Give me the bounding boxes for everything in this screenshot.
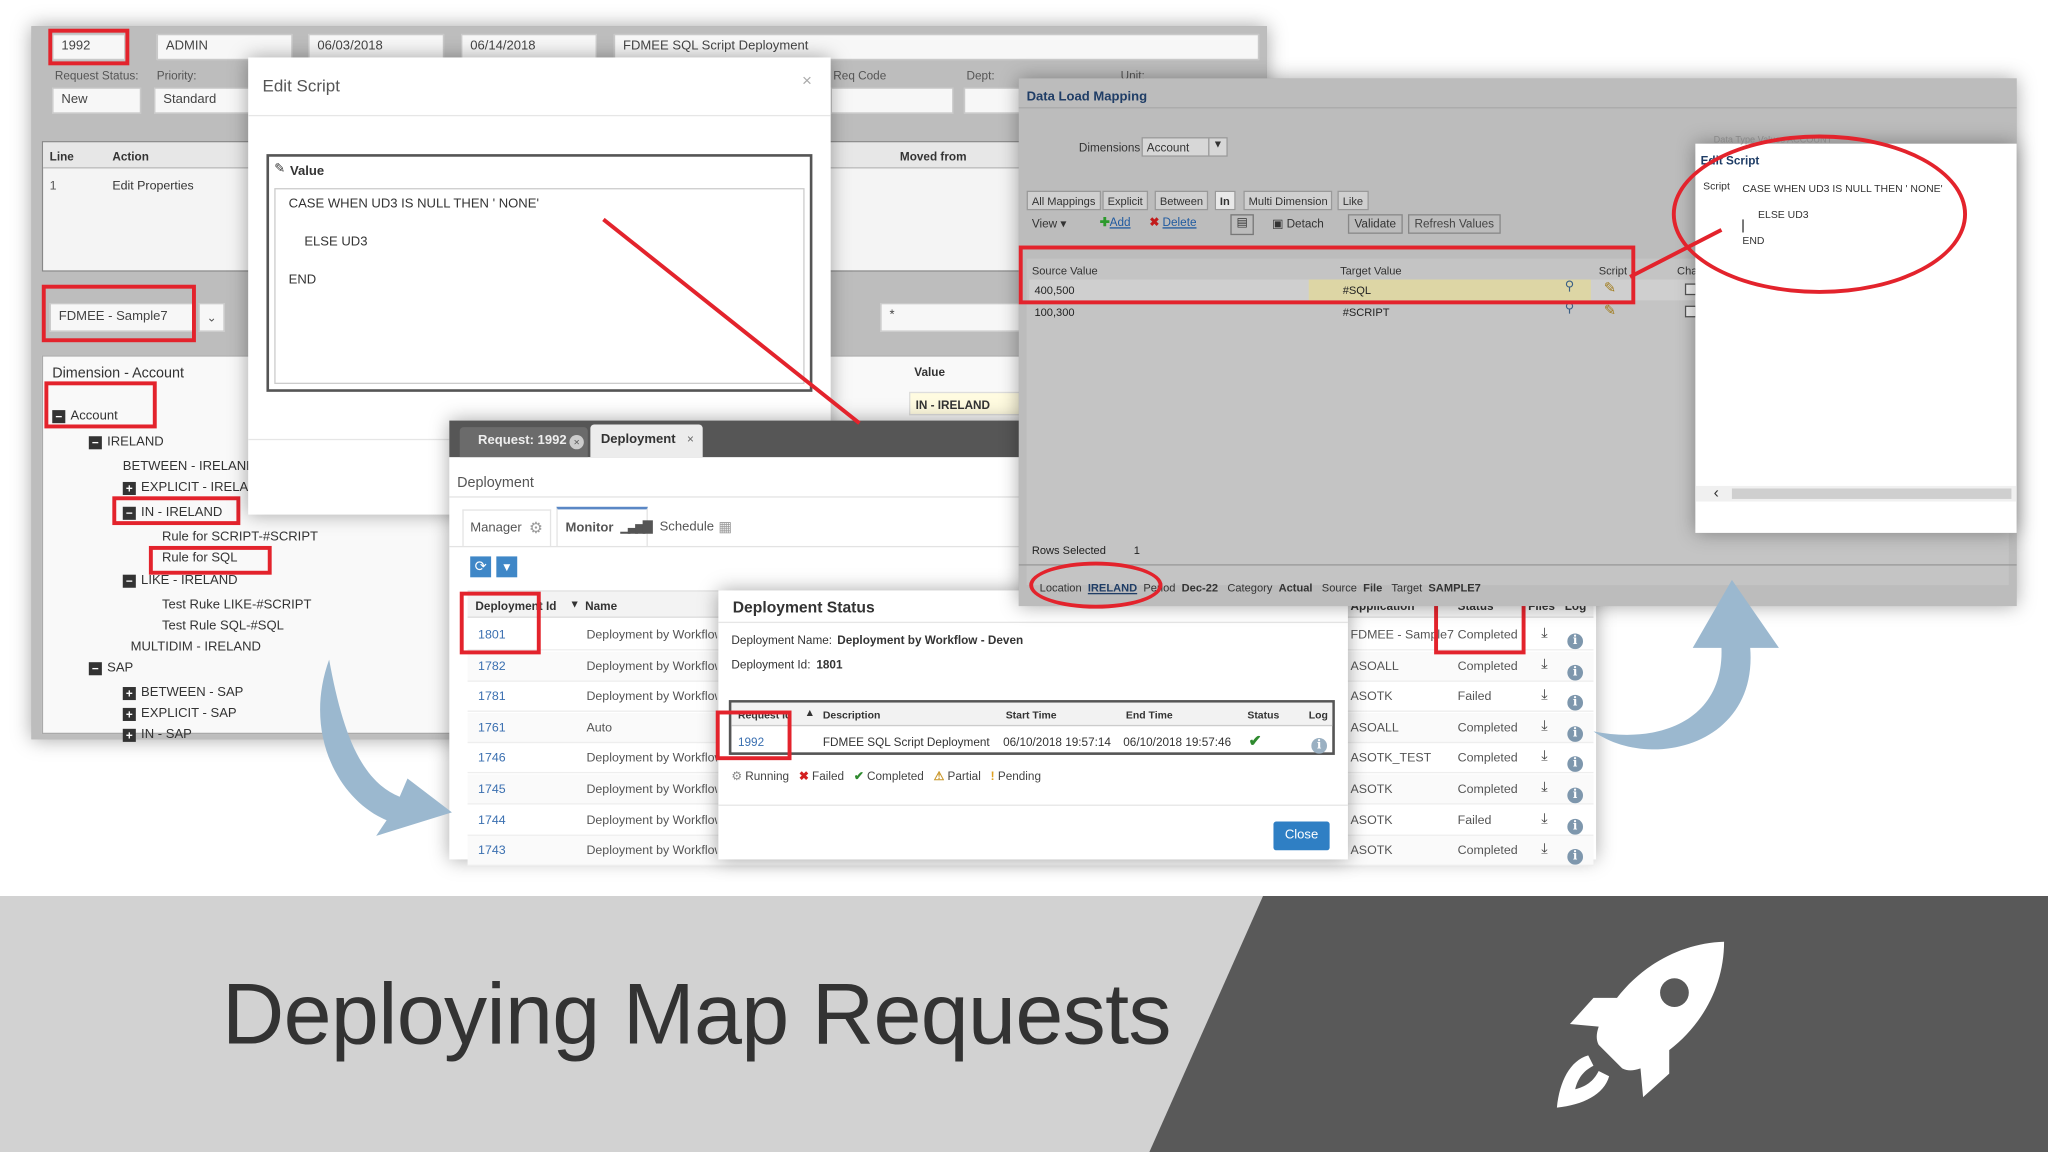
pointer-line bbox=[602, 217, 861, 425]
pointer-line bbox=[1629, 228, 1723, 279]
rocket-icon bbox=[1556, 941, 1725, 1108]
curved-arrow-right bbox=[1593, 579, 1779, 750]
curved-arrow-left bbox=[320, 659, 452, 836]
slide-title: Deploying Map Requests bbox=[222, 965, 1171, 1062]
slide: 1992 ADMIN 06/03/2018 06/14/2018 FDMEE S… bbox=[0, 0, 2048, 1152]
